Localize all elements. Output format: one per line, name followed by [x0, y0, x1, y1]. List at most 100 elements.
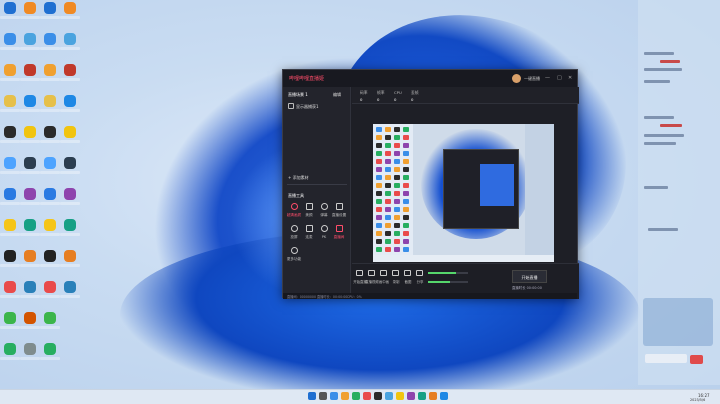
tool-icon[interactable]: [336, 203, 343, 210]
preview-canvas[interactable]: [373, 124, 554, 262]
desktop-app-icon[interactable]: [44, 126, 56, 138]
taskbar-app-icon[interactable]: [352, 392, 360, 400]
taskbar-app-icon[interactable]: [385, 392, 393, 400]
desktop-app-icon[interactable]: [64, 64, 76, 76]
source-item[interactable]: 显示器捕获1: [296, 104, 319, 110]
desktop-app-icon[interactable]: [64, 219, 76, 231]
desktop-app-icon[interactable]: [24, 312, 36, 324]
desktop-app-icon[interactable]: [4, 343, 16, 355]
taskbar-app-icon[interactable]: [418, 392, 426, 400]
tool-icon[interactable]: [336, 225, 343, 232]
panel-text-line: [660, 60, 680, 63]
chat-input[interactable]: [645, 354, 687, 363]
control-icon[interactable]: [356, 270, 363, 276]
desktop-app-icon[interactable]: [64, 250, 76, 262]
desktop-app-icon[interactable]: [44, 95, 56, 107]
scene-edit-button[interactable]: 编辑: [333, 92, 341, 98]
desktop-app-icon[interactable]: [64, 33, 76, 45]
taskbar-app-icon[interactable]: [374, 392, 382, 400]
desktop-app-icon[interactable]: [4, 188, 16, 200]
control-icon[interactable]: [368, 270, 375, 276]
desktop-app-icon[interactable]: [44, 157, 56, 169]
scene-name[interactable]: 直播场景 1: [288, 92, 308, 98]
tool-icon[interactable]: [306, 225, 313, 232]
start-icon[interactable]: [308, 392, 316, 400]
desktop-app-icon[interactable]: [24, 95, 36, 107]
tool-label[interactable]: 更多功能: [285, 257, 303, 262]
taskbar-app-icon[interactable]: [363, 392, 371, 400]
panel-text-line: [644, 142, 676, 145]
desktop-app-icon[interactable]: [4, 250, 16, 262]
desktop-app-icon[interactable]: [4, 95, 16, 107]
desktop-app-icon[interactable]: [44, 188, 56, 200]
tool-icon[interactable]: [291, 247, 298, 254]
desktop-app-icon[interactable]: [44, 2, 56, 14]
taskbar-app-icon[interactable]: [429, 392, 437, 400]
desktop-app-icon[interactable]: [4, 2, 16, 14]
taskbar-app-icon[interactable]: [319, 392, 327, 400]
date[interactable]: 2023/5/6: [690, 398, 705, 402]
desktop-app-icon[interactable]: [64, 95, 76, 107]
desktop-app-icon[interactable]: [24, 2, 36, 14]
tool-icon[interactable]: [291, 225, 298, 232]
desktop-app-icon[interactable]: [44, 64, 56, 76]
desktop-app-icon[interactable]: [24, 126, 36, 138]
preview-icon: [394, 247, 400, 252]
taskbar-app-icon[interactable]: [396, 392, 404, 400]
maximize-icon[interactable]: □: [557, 75, 562, 81]
user-name[interactable]: 一键直播: [524, 76, 540, 82]
control-icon[interactable]: [416, 270, 423, 276]
desktop-app-icon[interactable]: [4, 281, 16, 293]
desktop-app-icon[interactable]: [24, 219, 36, 231]
desktop-app-icon[interactable]: [4, 157, 16, 169]
desktop-app-icon[interactable]: [24, 343, 36, 355]
desktop-app-icon[interactable]: [24, 33, 36, 45]
taskbar-app-icon[interactable]: [341, 392, 349, 400]
control-icon[interactable]: [392, 270, 399, 276]
desktop-app-icon[interactable]: [4, 126, 16, 138]
desktop-app-icon[interactable]: [4, 312, 16, 324]
send-button[interactable]: [690, 355, 703, 364]
desktop-app-icon[interactable]: [44, 312, 56, 324]
tool-icon[interactable]: [306, 203, 313, 210]
mic-level-meter[interactable]: [428, 272, 456, 274]
desktop-app-icon[interactable]: [44, 250, 56, 262]
desktop-app-icon[interactable]: [64, 126, 76, 138]
minimize-icon[interactable]: —: [545, 75, 550, 81]
control-label[interactable]: 分享: [412, 279, 428, 284]
tool-label[interactable]: 直播设置: [330, 213, 348, 218]
desktop-app-icon[interactable]: [44, 33, 56, 45]
desktop-app-icon[interactable]: [64, 157, 76, 169]
desktop-app-icon[interactable]: [64, 188, 76, 200]
tool-icon[interactable]: [321, 203, 328, 210]
taskbar-app-icon[interactable]: [440, 392, 448, 400]
control-icon[interactable]: [380, 270, 387, 276]
tool-icon[interactable]: [291, 203, 298, 210]
desktop-app-icon[interactable]: [44, 219, 56, 231]
taskbar-app-icon[interactable]: [330, 392, 338, 400]
desktop-app-icon[interactable]: [64, 2, 76, 14]
close-icon[interactable]: ✕: [568, 75, 572, 81]
tool-label[interactable]: 直播间: [330, 235, 348, 240]
tool-icon[interactable]: [321, 225, 328, 232]
desktop-app-icon[interactable]: [24, 188, 36, 200]
taskbar-app-icon[interactable]: [407, 392, 415, 400]
desktop-app-icon[interactable]: [4, 219, 16, 231]
desktop-app-icon[interactable]: [64, 281, 76, 293]
go-live-button[interactable]: 开始直播: [512, 270, 547, 283]
add-source-button[interactable]: + 添加素材: [288, 175, 309, 181]
desktop-app-icon[interactable]: [44, 281, 56, 293]
desktop-app-icon[interactable]: [24, 250, 36, 262]
title-bar[interactable]: 哔哩哔哩直播姬 一键直播 — □ ✕: [283, 70, 577, 87]
desktop-app-icon[interactable]: [24, 157, 36, 169]
desktop-app-icon[interactable]: [24, 281, 36, 293]
desktop-app-icon[interactable]: [44, 343, 56, 355]
preview-icon: [385, 143, 391, 148]
source-visibility-icon[interactable]: [288, 103, 294, 109]
desktop-audio-meter[interactable]: [428, 281, 450, 283]
desktop-app-icon[interactable]: [24, 64, 36, 76]
control-icon[interactable]: [404, 270, 411, 276]
desktop-app-icon[interactable]: [4, 64, 16, 76]
avatar[interactable]: [512, 74, 521, 83]
desktop-app-icon[interactable]: [4, 33, 16, 45]
